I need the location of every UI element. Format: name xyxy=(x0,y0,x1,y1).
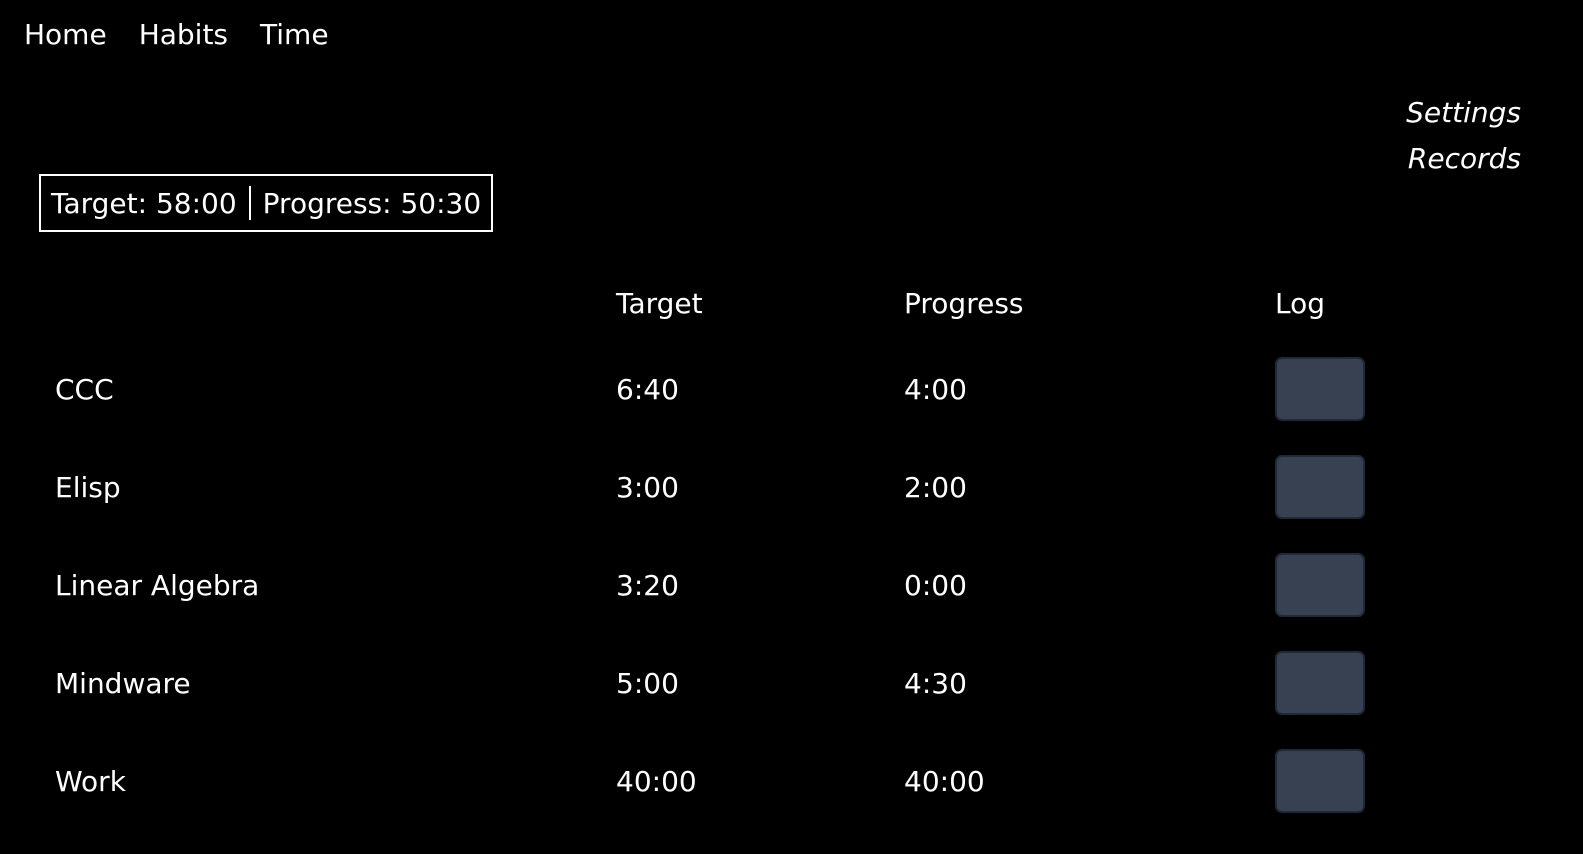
log-button[interactable] xyxy=(1275,455,1365,519)
summary-target: Target: 58:00 xyxy=(51,186,237,220)
row-name: Mindware xyxy=(55,667,191,700)
row-name: Elisp xyxy=(55,471,121,504)
records-link[interactable]: Records xyxy=(1406,136,1521,182)
row-name: Work xyxy=(55,765,126,798)
summary-divider xyxy=(248,186,251,220)
row-progress: 4:30 xyxy=(904,667,967,700)
log-button[interactable] xyxy=(1275,357,1365,421)
row-name: CCC xyxy=(55,373,114,406)
row-name: Linear Algebra xyxy=(55,569,260,602)
row-progress: 40:00 xyxy=(904,765,985,798)
summary-box: Target: 58:00 Progress: 50:30 xyxy=(39,174,494,232)
row-progress: 2:00 xyxy=(904,471,967,504)
header-progress: Progress xyxy=(904,287,1024,320)
row-progress: 4:00 xyxy=(904,373,967,406)
summary-progress: Progress: 50:30 xyxy=(262,186,482,220)
log-button[interactable] xyxy=(1275,651,1365,715)
row-target: 3:00 xyxy=(616,471,679,504)
top-nav: Home Habits Time xyxy=(24,14,361,56)
row-progress: 0:00 xyxy=(904,569,967,602)
header-log: Log xyxy=(1275,287,1326,320)
nav-time-link[interactable]: Time xyxy=(260,14,329,56)
row-target: 6:40 xyxy=(616,373,679,406)
row-target: 40:00 xyxy=(616,765,697,798)
row-target: 3:20 xyxy=(616,569,679,602)
log-button[interactable] xyxy=(1275,749,1365,813)
header-target: Target xyxy=(616,287,703,320)
nav-habits-link[interactable]: Habits xyxy=(139,14,228,56)
row-target: 5:00 xyxy=(616,667,679,700)
log-button[interactable] xyxy=(1275,553,1365,617)
nav-home-link[interactable]: Home xyxy=(24,14,107,56)
settings-link[interactable]: Settings xyxy=(1406,90,1521,136)
side-links: Settings Records xyxy=(1406,90,1521,182)
